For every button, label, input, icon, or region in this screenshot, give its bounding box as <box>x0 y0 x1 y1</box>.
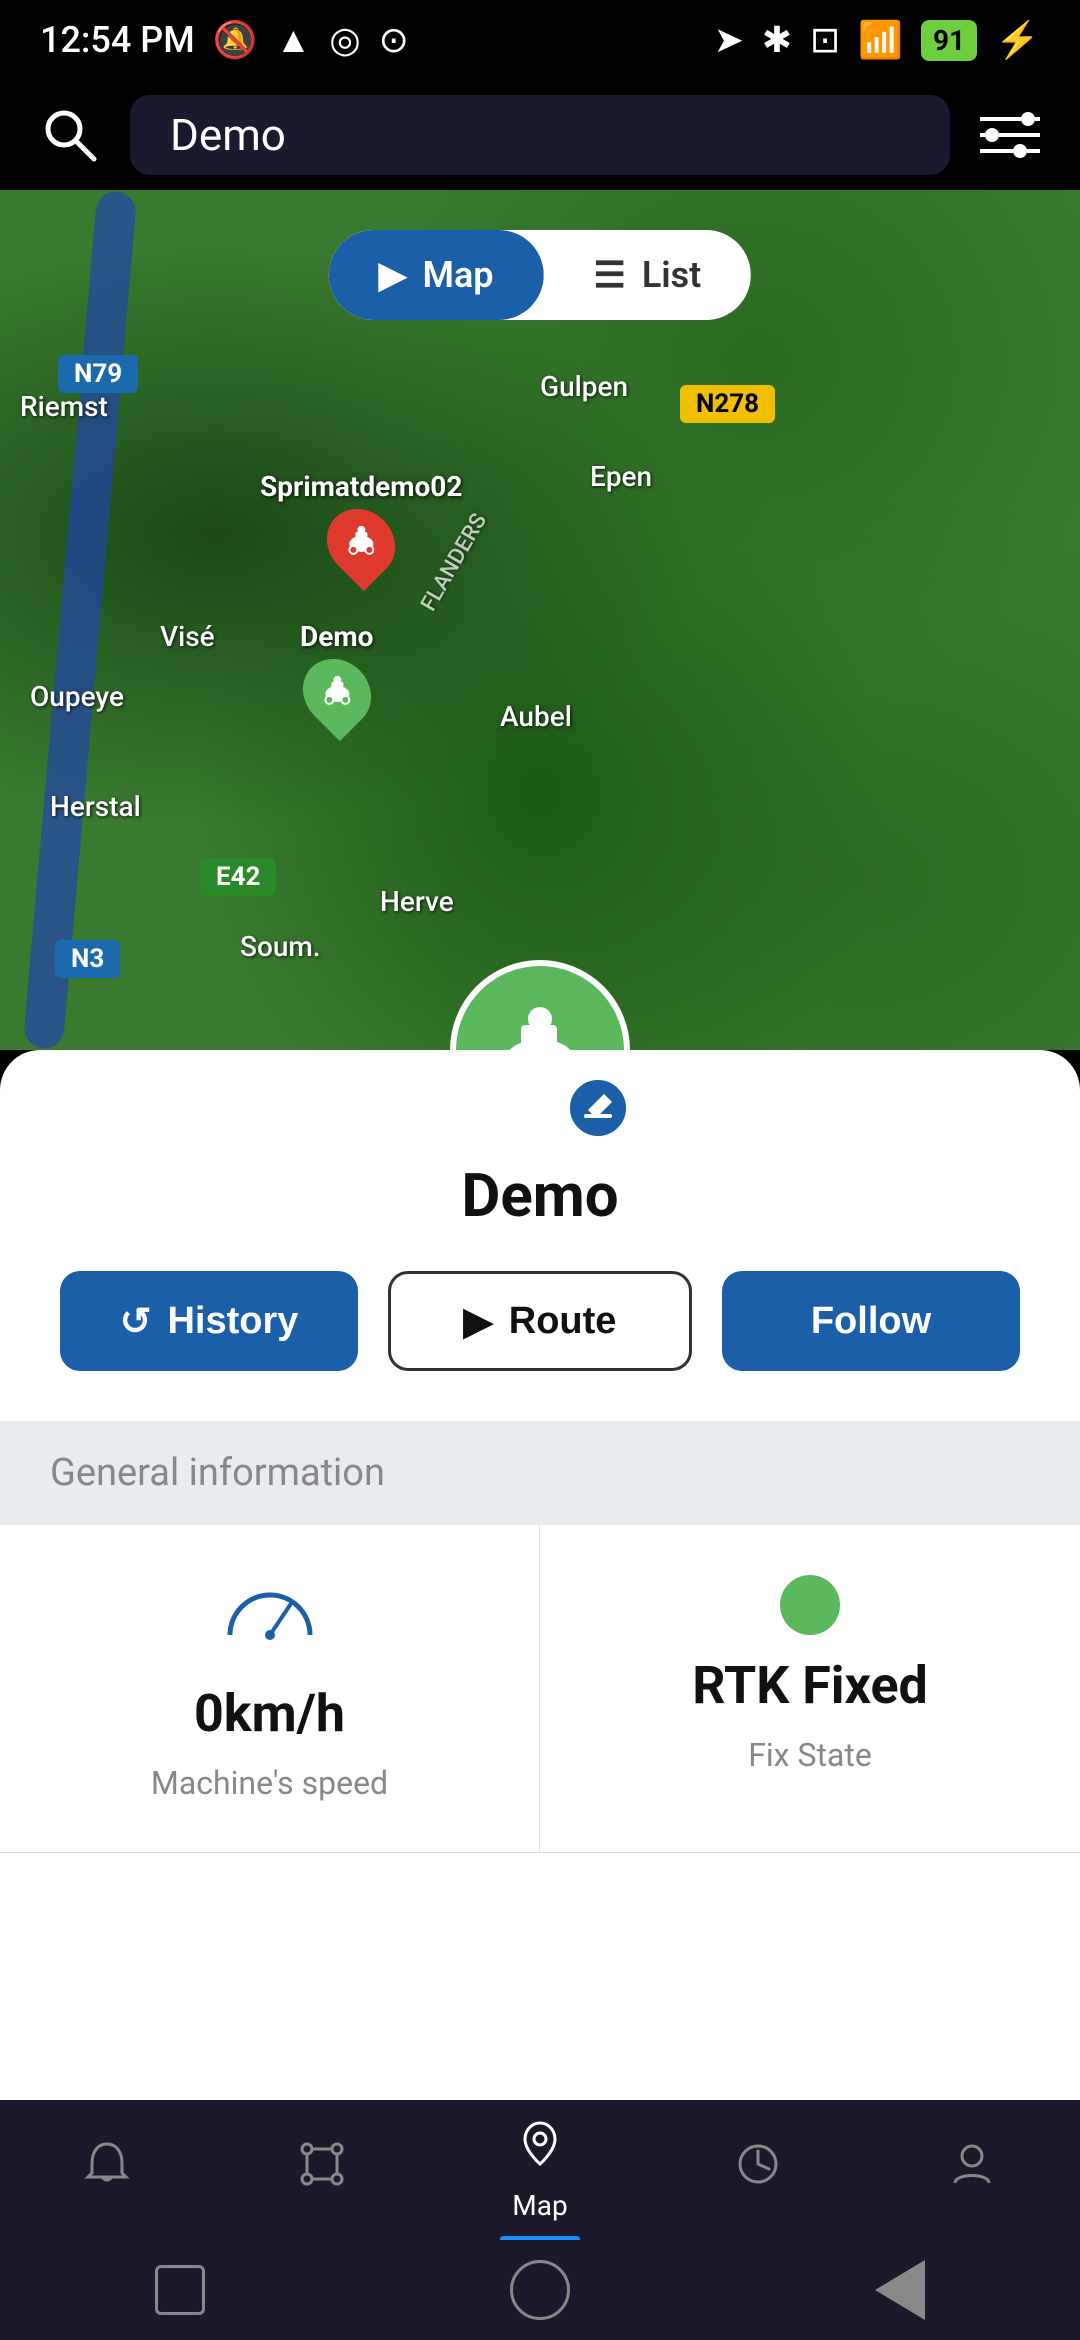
nav-map-label: Map <box>512 2189 567 2222</box>
search-bar: Demo <box>0 80 1080 190</box>
edit-avatar-button[interactable] <box>566 1076 630 1140</box>
label-soum: Soum. <box>240 930 321 963</box>
list-tab-icon: ☰ <box>594 254 626 296</box>
back-square-button[interactable] <box>145 2255 215 2325</box>
map-list-toggle[interactable]: ▶ Map ☰ List <box>329 230 751 320</box>
vehicle-name: Demo <box>0 1050 1080 1271</box>
road-n3: N3 <box>55 940 120 978</box>
map-pin-icon <box>515 2118 565 2181</box>
map-area[interactable]: N79 N278 E42 N3 Riemst Gulpen Epen Visé … <box>0 190 1080 1050</box>
charging-icon: ⚡ <box>995 19 1040 61</box>
speed-value: 0km/h <box>194 1683 345 1744</box>
road-n79: N79 <box>58 355 138 393</box>
route-button[interactable]: ▶ Route <box>388 1271 692 1371</box>
circle-icon: ⊙ <box>379 19 409 61</box>
search-input-value[interactable]: Demo <box>170 109 286 161</box>
search-input-container[interactable]: Demo <box>130 95 950 175</box>
route-icon: ▶ <box>464 1299 493 1344</box>
map-tab-icon: ▶ <box>379 254 407 296</box>
status-right: ➤ ✱ ⊡ 📶 91 ⚡ <box>714 19 1040 61</box>
map-tab-label: Map <box>422 254 493 296</box>
list-tab[interactable]: ☰ List <box>544 230 752 320</box>
route-label: Route <box>509 1300 617 1343</box>
label-aubel: Aubel <box>500 700 572 733</box>
follow-button[interactable]: Follow <box>722 1271 1020 1371</box>
nav-zones[interactable] <box>297 2139 347 2202</box>
nav-map[interactable]: Map <box>512 2118 567 2222</box>
nav-history[interactable] <box>733 2139 783 2202</box>
label-epen: Epen <box>590 460 652 493</box>
square-icon <box>155 2265 205 2315</box>
speedometer-icon <box>220 1575 320 1663</box>
zones-icon <box>297 2139 347 2202</box>
battery-level: 91 <box>921 20 977 61</box>
clock-icon <box>733 2139 783 2202</box>
marker-sprimat-pin <box>313 495 409 591</box>
search-icon[interactable] <box>30 95 110 175</box>
marker-sprimat[interactable]: Sprimatdemo02 <box>260 470 462 579</box>
home-circle-button[interactable] <box>505 2255 575 2325</box>
send-icon: ➤ <box>714 19 744 61</box>
filter-icon[interactable] <box>970 95 1050 175</box>
label-riemst: Riemst <box>20 390 108 423</box>
bottom-nav: Map <box>0 2100 1080 2240</box>
back-button[interactable] <box>865 2255 935 2325</box>
mute-icon: 🔕 <box>213 19 258 61</box>
profile-icon <box>947 2139 997 2202</box>
status-bar: 12:54 PM 🔕 ▲ ◎ ⊙ ➤ ✱ ⊡ 📶 91 ⚡ <box>0 0 1080 80</box>
system-nav <box>0 2240 1080 2340</box>
marker-demo-label: Demo <box>300 620 373 653</box>
battery-charging-icon: ⊡ <box>810 19 840 61</box>
gps-icon: ◎ <box>329 19 360 61</box>
circle-icon <box>510 2260 570 2320</box>
nav-alerts[interactable] <box>82 2139 132 2202</box>
action-buttons: ↺ History ▶ Route Follow <box>0 1271 1080 1421</box>
map-tab[interactable]: ▶ Map <box>329 230 544 320</box>
general-info-title: General information <box>50 1451 385 1495</box>
history-label: History <box>167 1300 298 1343</box>
speed-label: Machine's speed <box>151 1764 388 1802</box>
road-n278: N278 <box>680 385 775 423</box>
triangle-icon <box>875 2260 925 2320</box>
label-herve: Herve <box>380 885 454 918</box>
marker-sprimat-label: Sprimatdemo02 <box>260 470 462 503</box>
list-tab-label: List <box>642 254 701 296</box>
marker-demo-pin <box>289 645 385 741</box>
history-button[interactable]: ↺ History <box>60 1271 358 1371</box>
label-herstal: Herstal <box>50 790 141 823</box>
history-icon: ↺ <box>120 1299 152 1344</box>
label-oupeye: Oupeye <box>30 680 124 713</box>
label-vise: Visé <box>160 620 215 653</box>
tractor-icon-large <box>485 995 595 1050</box>
status-time: 12:54 PM <box>40 19 195 61</box>
bell-icon <box>82 2139 132 2202</box>
rtk-cell: RTK Fixed Fix State <box>540 1525 1080 1853</box>
road-e42: E42 <box>200 858 276 896</box>
label-gulpen: Gulpen <box>540 370 628 403</box>
speed-cell: 0km/h Machine's speed <box>0 1525 540 1853</box>
rtk-label: Fix State <box>748 1736 872 1774</box>
rtk-status-dot <box>780 1575 840 1635</box>
nav-profile[interactable] <box>947 2139 997 2202</box>
status-left: 12:54 PM 🔕 ▲ ◎ ⊙ <box>40 19 409 61</box>
marker-demo[interactable]: Demo <box>300 620 373 729</box>
rtk-value: RTK Fixed <box>692 1655 928 1716</box>
bluetooth-icon: ✱ <box>762 19 792 61</box>
follow-label: Follow <box>811 1300 931 1343</box>
wifi-icon: 📶 <box>858 19 903 61</box>
nav-icon: ▲ <box>276 19 312 61</box>
map-tractor-fab[interactable] <box>450 960 630 1050</box>
section-general-info: General information <box>0 1421 1080 1525</box>
info-grid: 0km/h Machine's speed RTK Fixed Fix Stat… <box>0 1525 1080 1853</box>
